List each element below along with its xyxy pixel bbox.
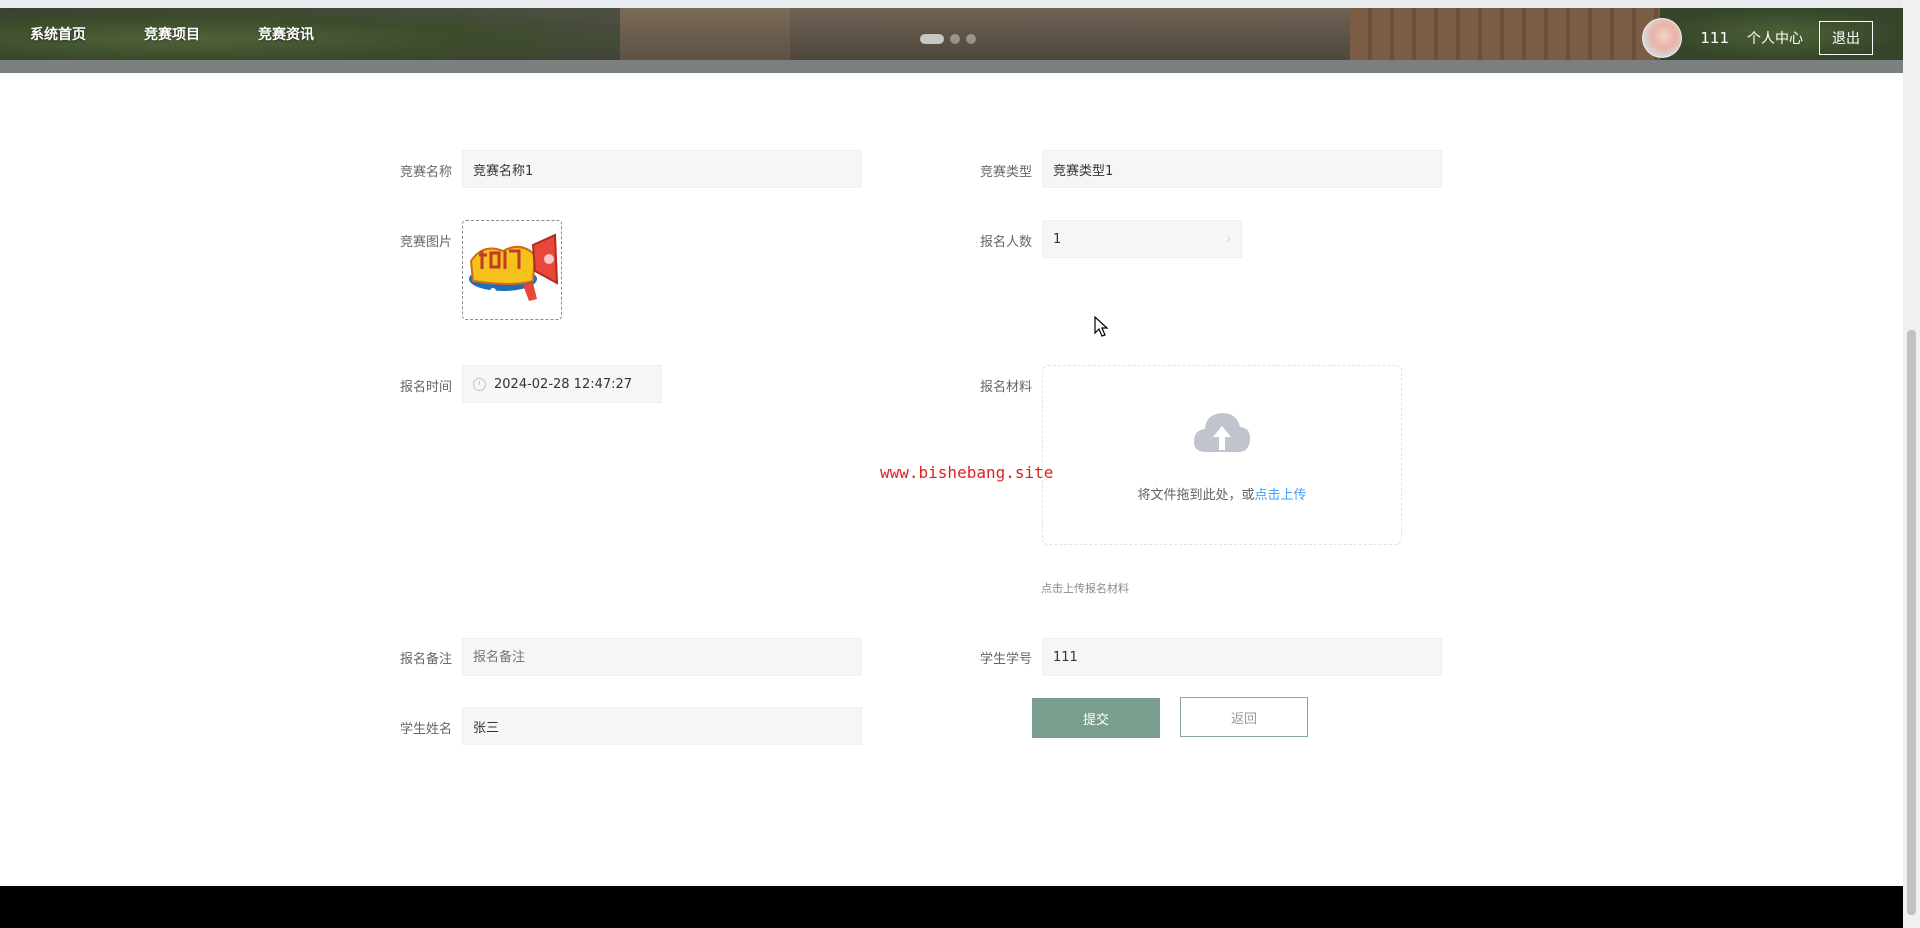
upload-instructions: 将文件拖到此处，或点击上传	[1137, 488, 1307, 503]
competition-name-field[interactable]: 竞赛名称1	[462, 150, 862, 188]
top-banner: 系统首页 竞赛项目 竞赛资讯 111 个人中心 退出	[0, 0, 1903, 73]
student-no-label: 学生学号	[979, 652, 1032, 667]
watermark: www.bishebang.site	[880, 463, 1054, 482]
click-upload-link[interactable]: 点击上传	[1255, 488, 1307, 503]
nav-item-competitions[interactable]: 竞赛项目	[144, 24, 200, 44]
carousel-dot-1[interactable]	[920, 34, 944, 44]
carousel-dot-3[interactable]	[966, 34, 976, 44]
upload-cloud-icon	[1193, 413, 1251, 452]
carousel-dot-2[interactable]	[950, 34, 960, 44]
scrollbar-thumb[interactable]	[1907, 330, 1916, 915]
submit-button[interactable]: 提交	[1032, 698, 1160, 738]
competition-image-label: 竞赛图片	[399, 235, 452, 250]
page-scrollbar[interactable]	[1903, 0, 1920, 928]
page: 系统首页 竞赛项目 竞赛资讯 111 个人中心 退出 竞赛名称 竞赛名称1 竞赛…	[0, 0, 1920, 928]
student-name-field[interactable]: 张三	[462, 707, 862, 745]
nav-item-news[interactable]: 竞赛资讯	[258, 24, 314, 44]
signup-time-picker[interactable]: 2024-02-28 12:47:27	[462, 365, 662, 403]
carousel-indicators	[920, 34, 976, 44]
avatar[interactable]	[1642, 18, 1683, 58]
signup-time-value: 2024-02-28 12:47:27	[494, 376, 633, 392]
upload-tip: 点击上传报名材料	[1041, 582, 1129, 595]
main-nav: 系统首页 竞赛项目 竞赛资讯	[0, 8, 343, 60]
participant-count-stepper[interactable]: 1 ›	[1042, 220, 1242, 258]
personal-center-link[interactable]: 个人中心	[1747, 28, 1803, 48]
mouse-cursor-icon	[1094, 316, 1109, 337]
competition-image-graphic	[469, 233, 559, 301]
username: 111	[1700, 29, 1729, 47]
logout-button[interactable]: 退出	[1819, 21, 1873, 55]
participant-count-label: 报名人数	[979, 235, 1032, 250]
competition-type-label: 竞赛类型	[979, 165, 1032, 180]
nav-item-home[interactable]: 系统首页	[30, 24, 86, 44]
participant-count-value: 1	[1053, 231, 1062, 247]
chevron-right-icon[interactable]: ›	[1226, 232, 1231, 246]
signup-note-label: 报名备注	[399, 652, 452, 667]
user-menu: 111 个人中心 退出	[1642, 18, 1873, 58]
student-name-label: 学生姓名	[399, 722, 452, 737]
footer	[0, 886, 1903, 928]
clock-icon	[473, 377, 486, 391]
back-button[interactable]: 返回	[1180, 697, 1308, 737]
competition-name-label: 竞赛名称	[399, 165, 452, 180]
competition-type-field[interactable]: 竞赛类型1	[1042, 150, 1442, 188]
signup-note-input[interactable]	[462, 638, 862, 676]
student-no-field[interactable]: 111	[1042, 638, 1442, 676]
signup-time-label: 报名时间	[399, 380, 452, 395]
file-upload-dropzone[interactable]: 将文件拖到此处，或点击上传	[1042, 365, 1402, 545]
competition-image[interactable]	[462, 220, 562, 320]
signup-material-label: 报名材料	[979, 380, 1032, 395]
